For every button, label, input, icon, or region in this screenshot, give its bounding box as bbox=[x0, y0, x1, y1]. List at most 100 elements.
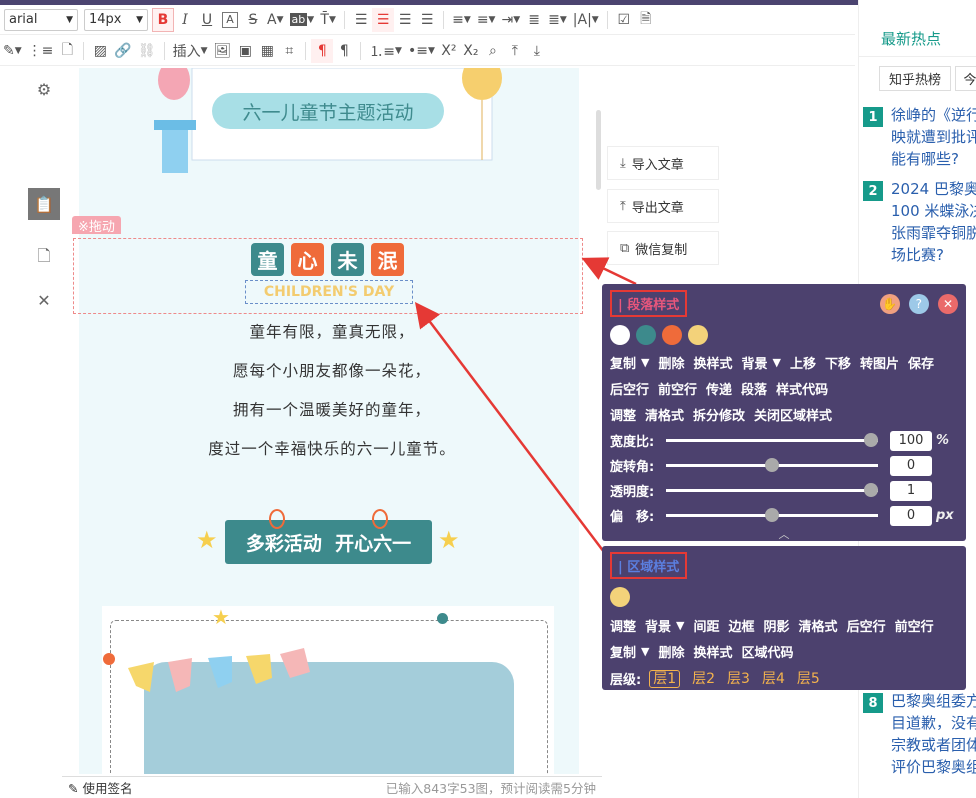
letter-spacing-icon[interactable]: ≣ ▼ bbox=[545, 8, 570, 32]
chevron-down-icon[interactable]: ▼ bbox=[641, 356, 649, 369]
paragraph-action[interactable]: 删除 bbox=[658, 353, 684, 372]
list-icon[interactable]: ⋮≡ bbox=[25, 39, 57, 63]
unlink-icon[interactable]: ⛓ bbox=[135, 39, 159, 63]
paragraph-action[interactable]: 关闭区域样式 bbox=[754, 405, 832, 424]
area-action[interactable]: 间距 bbox=[694, 616, 720, 635]
search-icon[interactable]: ⌕ bbox=[482, 39, 504, 63]
slider-knob[interactable] bbox=[765, 508, 779, 522]
area-action[interactable]: 删除 bbox=[658, 642, 684, 661]
pilcrow-icon[interactable]: ¶ bbox=[333, 39, 355, 63]
paragraph-action[interactable]: 拆分修改 bbox=[693, 405, 745, 424]
image-icon[interactable]: 🖼 bbox=[211, 39, 235, 63]
area-action[interactable]: 后空行 bbox=[847, 616, 886, 635]
swatch-yellow[interactable] bbox=[610, 587, 630, 607]
align-bottom-icon[interactable]: ⤓ bbox=[526, 39, 548, 63]
export-article-button[interactable]: ⤒ 导出文章 bbox=[607, 189, 719, 223]
layer-option[interactable]: 层1 bbox=[649, 670, 681, 688]
pattern-icon[interactable]: ▨ bbox=[89, 39, 111, 63]
slider-track[interactable] bbox=[666, 508, 878, 522]
slider-knob[interactable] bbox=[864, 433, 878, 447]
close-icon[interactable]: ✕ bbox=[28, 284, 60, 316]
chevron-down-icon[interactable]: ▼ bbox=[773, 356, 781, 369]
slider-value-input[interactable]: 1 bbox=[890, 480, 932, 501]
signature-button[interactable]: ✎ 使用签名 bbox=[68, 778, 132, 797]
text-width-icon[interactable]: |A| ▼ bbox=[570, 8, 602, 32]
clipboard-icon[interactable]: 📋 bbox=[28, 188, 60, 220]
area-action[interactable]: 调整 bbox=[610, 616, 636, 635]
swatch-white[interactable] bbox=[610, 325, 630, 345]
area-action[interactable]: 前空行 bbox=[895, 616, 934, 635]
paragraph-action[interactable]: 下移 bbox=[825, 353, 851, 372]
pilcrow-red-icon[interactable]: ¶ bbox=[311, 38, 334, 63]
layer-option[interactable]: 层5 bbox=[797, 671, 820, 687]
insert-button[interactable]: 插入 ▼ bbox=[170, 39, 211, 63]
layer-option[interactable]: 层4 bbox=[762, 671, 785, 687]
slider-track[interactable] bbox=[666, 433, 878, 447]
picture-frame-icon[interactable]: ▣ bbox=[234, 39, 256, 63]
paragraph-action[interactable]: 保存 bbox=[908, 353, 934, 372]
preview-doc-icon[interactable]: 🗎 bbox=[635, 8, 657, 32]
italic-button[interactable]: I bbox=[174, 8, 196, 32]
line-height-icon[interactable]: ≡ ▼ bbox=[449, 8, 474, 32]
settings-icon[interactable]: ⚙ bbox=[28, 73, 60, 105]
font-size-select[interactable]: 14px ▼ bbox=[84, 8, 148, 31]
news-item[interactable]: 1 徐峥的《逆行 映就遭到批评 能有哪些? bbox=[863, 104, 976, 170]
slider-track[interactable] bbox=[666, 458, 878, 472]
slider-value-input[interactable]: 0 bbox=[890, 455, 932, 476]
swatch-teal[interactable] bbox=[636, 325, 656, 345]
strikethrough-button[interactable]: S bbox=[242, 8, 264, 32]
indent-icon[interactable]: ⇥ ▼ bbox=[498, 8, 523, 32]
area-action[interactable]: 清格式 bbox=[799, 616, 838, 635]
chevron-down-icon[interactable]: ▼ bbox=[676, 619, 684, 632]
align-left-icon[interactable]: ☰ bbox=[350, 8, 372, 32]
paragraph-action[interactable]: 换样式 bbox=[694, 353, 733, 372]
news-item[interactable]: 2 2024 巴黎奥 100 米蝶泳决 张雨霏夺铜脱 场比赛? bbox=[863, 178, 976, 266]
link-icon[interactable]: 🔗 bbox=[111, 39, 134, 63]
magic-wand-icon[interactable]: ✎ ▼ bbox=[0, 39, 25, 63]
slider-value-input[interactable]: 0 bbox=[890, 505, 932, 526]
area-action[interactable]: 区域代码 bbox=[742, 642, 794, 661]
slider-knob[interactable] bbox=[864, 483, 878, 497]
editor-area[interactable]: 六一儿童节主题活动 ※拖动 童 心 未 泯 CHILDREN'S DAY 童年有… bbox=[62, 68, 602, 774]
align-top-icon[interactable]: ⤒ bbox=[504, 39, 526, 63]
font-family-select[interactable]: arial ▼ bbox=[4, 8, 78, 31]
paragraph-action[interactable]: 上移 bbox=[790, 353, 816, 372]
paragraph-action[interactable]: 背景 bbox=[742, 353, 768, 372]
paragraph-action[interactable]: 后空行 bbox=[610, 379, 649, 398]
editor-scrollbar[interactable] bbox=[596, 110, 601, 190]
text-format-icon[interactable]: T̄ ▼ bbox=[317, 8, 339, 32]
paragraph-action[interactable]: 段落 bbox=[741, 379, 767, 398]
area-action[interactable]: 换样式 bbox=[694, 642, 733, 661]
swatch-yellow[interactable] bbox=[688, 325, 708, 345]
align-justify-icon[interactable]: ☰ bbox=[416, 8, 438, 32]
paragraph-action[interactable]: 前空行 bbox=[658, 379, 697, 398]
area-action[interactable]: 复制 bbox=[610, 642, 636, 661]
bold-button[interactable]: B bbox=[152, 7, 174, 32]
ordered-list-icon[interactable]: ⒈≡ ▼ bbox=[366, 39, 405, 63]
area-action[interactable]: 边框 bbox=[729, 616, 755, 635]
superscript-button[interactable]: X² bbox=[438, 39, 460, 63]
bullet-list-icon[interactable]: •≡ ▼ bbox=[405, 39, 438, 63]
swatch-orange[interactable] bbox=[662, 325, 682, 345]
drag-handle[interactable]: ※拖动 bbox=[72, 216, 121, 235]
layer-option[interactable]: 层2 bbox=[692, 671, 715, 687]
document-icon[interactable]: 🗋 bbox=[28, 242, 60, 274]
news-tab-today[interactable]: 今 bbox=[955, 66, 976, 91]
chevron-down-icon[interactable]: ▼ bbox=[641, 645, 649, 658]
close-icon[interactable]: ✕ bbox=[938, 293, 958, 314]
underline-button[interactable]: U bbox=[196, 8, 218, 32]
area-action[interactable]: 背景 bbox=[645, 616, 671, 635]
area-action[interactable]: 阴影 bbox=[764, 616, 790, 635]
merge-icon[interactable]: ⌗ bbox=[278, 39, 300, 63]
highlight-button[interactable]: ab ▼ bbox=[287, 8, 318, 32]
paragraph-action[interactable]: 复制 bbox=[610, 353, 636, 372]
paragraph-action[interactable]: 转图片 bbox=[860, 353, 899, 372]
paragraph-action[interactable]: 清格式 bbox=[645, 405, 684, 424]
paragraph-action[interactable]: 传递 bbox=[706, 379, 732, 398]
align-right-icon[interactable]: ☰ bbox=[394, 8, 416, 32]
collapse-chevron-icon[interactable]: ︿ bbox=[610, 526, 958, 542]
border-a-button[interactable]: A bbox=[222, 11, 238, 28]
layer-option[interactable]: 层3 bbox=[727, 671, 750, 687]
table-icon[interactable]: ▦ bbox=[256, 39, 278, 63]
slider-track[interactable] bbox=[666, 483, 878, 497]
